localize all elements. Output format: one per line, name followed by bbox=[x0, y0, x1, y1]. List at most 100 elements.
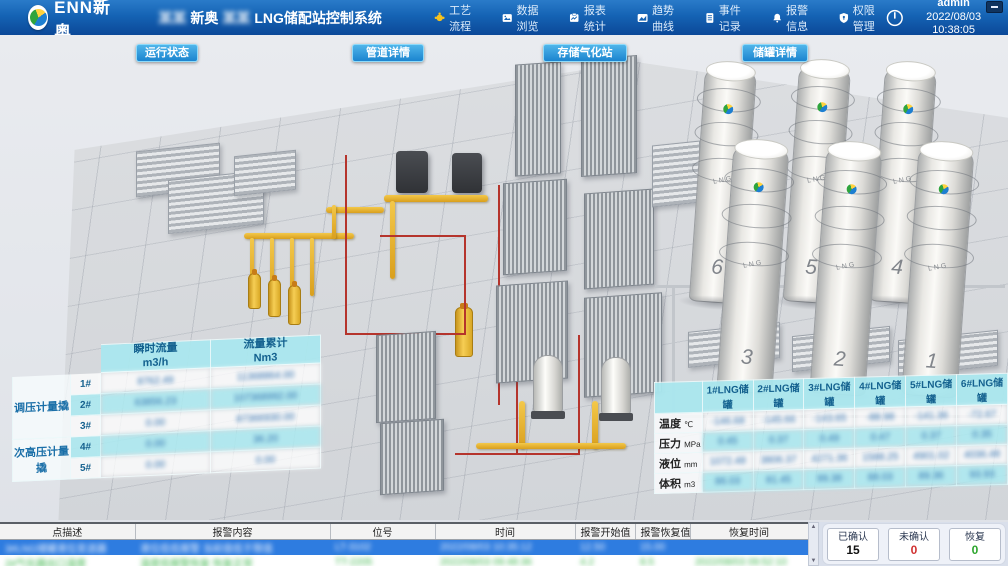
vaporizer-tower bbox=[515, 61, 561, 177]
plant-scene: 运行状态 管道详情 存储气化站 储罐详情 LNG 6 LNG 5 LNG 4 L… bbox=[0, 35, 1008, 522]
tank-col-header: 6#LNG储罐 bbox=[956, 373, 1008, 406]
vaporizer-bank bbox=[503, 178, 567, 276]
enn-tank-logo bbox=[902, 103, 914, 115]
page-title: 某某 新奥 某某 LNG储配站控制系统 bbox=[154, 8, 382, 28]
gas-riser-pipe bbox=[390, 201, 395, 279]
event-record-icon bbox=[706, 12, 714, 23]
tank-col-header: 5#LNG储罐 bbox=[905, 374, 957, 407]
group-subhp-skid: 次高压计量撬 bbox=[12, 436, 71, 482]
enn-tank-logo bbox=[816, 101, 828, 113]
gas-manifold-pipe bbox=[384, 195, 488, 202]
title-system: LNG储配站控制系统 bbox=[254, 9, 382, 26]
vaporizer-tower bbox=[581, 55, 637, 177]
alarm-col-start[interactable]: 报警开始值 bbox=[575, 522, 636, 540]
total-value: 0.00 bbox=[210, 447, 321, 473]
flow-metering-table: 瞬时流量 m3/h 流量累计 Nm3 调压计量撬 1# 8762.49 113688… bbox=[12, 335, 321, 482]
outlet-pipe bbox=[592, 401, 598, 449]
heater-unit bbox=[452, 153, 482, 193]
tank-number: 2 bbox=[833, 347, 847, 372]
alarm-col-content[interactable]: 报警内容 bbox=[135, 522, 331, 540]
shield-icon bbox=[839, 12, 849, 23]
scroll-up-icon[interactable]: ▲ bbox=[811, 523, 817, 531]
metering-skid-rack bbox=[234, 149, 296, 197]
tank-col-header: 3#LNG储罐 bbox=[803, 377, 855, 410]
menu-event-record[interactable]: 事件记录 bbox=[705, 2, 752, 34]
vaporizer-bank bbox=[376, 330, 436, 424]
alarm-row-selected[interactable]: 3#LNG储罐液位变送器 液位低低报警 当前值低于限值 LT-3102 2022… bbox=[0, 539, 808, 555]
recovered-count: 0 bbox=[971, 542, 979, 557]
outlet-pipe bbox=[476, 443, 626, 449]
regulator-manifold bbox=[244, 233, 354, 239]
stat-confirmed: 已确认 15 bbox=[827, 527, 879, 561]
btn-tank-details[interactable]: 储罐详情 bbox=[742, 44, 808, 62]
confirmed-count: 15 bbox=[846, 542, 860, 557]
alarm-strip: 点描述 报警内容 位号 时间 报警开始值 报警恢复值 恢复时间 3#LNG储罐液… bbox=[0, 522, 1008, 566]
enn-tank-logo bbox=[722, 103, 734, 115]
title-bar: ENN新奥 某某 新奥 某某 LNG储配站控制系统 工艺流程 数据浏览 报表统计… bbox=[0, 0, 1008, 42]
btn-storage-gasification[interactable]: 存储气化站 bbox=[543, 44, 627, 62]
btn-running-status[interactable]: 运行状态 bbox=[136, 44, 198, 62]
heater-unit bbox=[396, 151, 428, 193]
alarm-table: 点描述 报警内容 位号 时间 报警开始值 报警恢复值 恢复时间 3#LNG储罐液… bbox=[0, 522, 809, 566]
vaporizer-bank bbox=[380, 418, 444, 496]
stat-unconfirmed: 未确认 0 bbox=[888, 527, 940, 561]
report-icon bbox=[570, 12, 579, 22]
tank-col-header: 2#LNG储罐 bbox=[753, 378, 804, 411]
menu-process-flow[interactable]: 工艺流程 bbox=[434, 2, 482, 34]
alarm-scrollbar[interactable]: ▲ ▼ bbox=[808, 522, 819, 566]
menu-report-stats[interactable]: 报表统计 bbox=[569, 2, 616, 34]
menu-permission-mgmt[interactable]: 权限管理 bbox=[839, 2, 886, 34]
alarm-col-rtime[interactable]: 恢复时间 bbox=[690, 522, 809, 540]
alarm-col-recover[interactable]: 报警恢复值 bbox=[635, 522, 691, 540]
tank-col-header: 1#LNG储罐 bbox=[702, 379, 754, 413]
process-flow-icon bbox=[434, 12, 445, 22]
filter-vessel bbox=[288, 281, 301, 325]
tank-cap bbox=[705, 59, 757, 83]
tank-col-header: 4#LNG储罐 bbox=[854, 375, 906, 409]
menu-alarm-info[interactable]: 报警信息 bbox=[772, 2, 819, 34]
flow-value: 0.00 bbox=[100, 451, 211, 478]
alarm-col-desc[interactable]: 点描述 bbox=[0, 522, 136, 540]
alarm-col-tag[interactable]: 位号 bbox=[330, 522, 436, 540]
tank-cap bbox=[885, 59, 937, 83]
menu-data-browse[interactable]: 数据浏览 bbox=[502, 2, 549, 34]
title-redacted: 某某 bbox=[158, 9, 187, 26]
alarm-bell-icon bbox=[772, 13, 781, 23]
main-menu: 工艺流程 数据浏览 报表统计 趋势曲线 事件记录 报警信息 权限管理 bbox=[434, 2, 886, 34]
vaporizer-bank bbox=[584, 188, 654, 290]
buffer-vessel bbox=[531, 355, 565, 419]
power-icon[interactable] bbox=[886, 7, 904, 29]
alarm-col-time[interactable]: 时间 bbox=[435, 522, 576, 540]
lng-pipe bbox=[455, 453, 580, 455]
title-company: 新奥 bbox=[190, 9, 219, 26]
scroll-down-icon[interactable]: ▼ bbox=[811, 557, 817, 565]
tank-number: 3 bbox=[740, 345, 754, 370]
lng-pipe bbox=[578, 335, 580, 455]
regulator-pipe bbox=[310, 238, 314, 296]
unconfirmed-count: 0 bbox=[910, 542, 918, 557]
menu-trend-curve[interactable]: 趋势曲线 bbox=[637, 2, 685, 34]
group-regulating-skid: 调压计量撬 bbox=[12, 373, 71, 440]
lng-pipe bbox=[345, 155, 347, 335]
outlet-pipe bbox=[519, 401, 525, 449]
alarm-summary-panel: 已确认 15 未确认 0 恢复 0 bbox=[822, 523, 1006, 565]
pipe-rack bbox=[652, 140, 700, 208]
datetime: 2022/08/03 10:38:05 bbox=[926, 10, 982, 37]
tank-parameters-table: 1#LNG储罐 2#LNG储罐 3#LNG储罐 4#LNG储罐 5#LNG储罐 … bbox=[654, 373, 1008, 494]
minimize-button[interactable] bbox=[986, 1, 1003, 13]
lng-pipe bbox=[464, 235, 466, 335]
regulator-pipe bbox=[332, 205, 336, 239]
tank-number: 1 bbox=[925, 349, 939, 374]
btn-pipeline-details[interactable]: 管道详情 bbox=[352, 44, 424, 62]
alarm-row-recovered[interactable]: 2#气化器出口温度 温度低报警恢复 恢复正常 TT-2205 2022/08/0… bbox=[0, 555, 808, 566]
buffer-vessel bbox=[599, 357, 633, 421]
filter-vessel bbox=[268, 275, 281, 317]
username: admin bbox=[937, 0, 970, 9]
title-redacted-2: 某某 bbox=[222, 9, 251, 26]
stat-recovered: 恢复 0 bbox=[949, 527, 1001, 561]
enn-logo-icon bbox=[28, 5, 49, 30]
lng-pipe bbox=[380, 235, 466, 237]
filter-vessel bbox=[248, 269, 261, 309]
data-browse-icon bbox=[502, 13, 512, 22]
trend-icon bbox=[637, 13, 648, 22]
